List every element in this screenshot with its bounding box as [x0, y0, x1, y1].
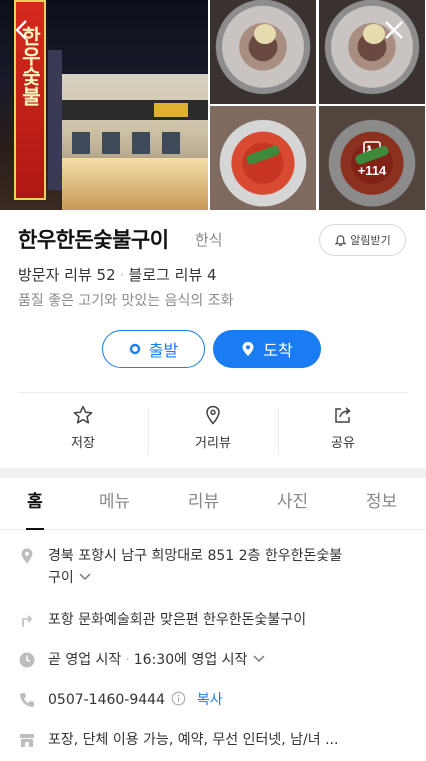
place-name: 한우한돈숯불구이 [18, 228, 169, 252]
street-view-button[interactable]: 거리뷰 [148, 404, 278, 458]
depart-label: 출발 [148, 341, 179, 360]
image-icon [363, 140, 381, 157]
phone-row: 0507-1460-9444 복사 [18, 689, 408, 711]
alarm-label: 알림받기 [350, 235, 391, 247]
divider [18, 392, 408, 393]
directions-row: 포항 문화예술회관 맞은편 한우한돈숯불구이 [18, 609, 408, 631]
side-sign [48, 50, 62, 190]
close-button[interactable] [380, 16, 408, 44]
address-text: 경북 포항시 남구 희망대로 851 2층 한우한돈숯불 [48, 548, 343, 564]
place-header: 한우한돈숯불구이 한식 알림받기 [18, 222, 414, 258]
arrive-button[interactable]: 도착 [213, 330, 321, 368]
store-icon [20, 734, 34, 747]
address-row[interactable]: 경북 포항시 남구 희망대로 851 2층 한우한돈숯불 구이 [18, 545, 408, 589]
building-image [62, 74, 209, 210]
clock-icon [19, 652, 35, 668]
alarm-button[interactable]: 알림받기 [319, 224, 406, 256]
bell-icon [334, 234, 347, 246]
photo-gallery[interactable]: 한우숯불 +114 [0, 0, 426, 210]
share-icon [335, 407, 351, 423]
action-row: 저장 거리뷰 공유 [18, 404, 408, 458]
address-text-cont: 구이 [48, 570, 74, 586]
phone-icon [20, 693, 34, 707]
more-photos-tile[interactable]: +114 [319, 106, 426, 210]
save-label: 저장 [71, 436, 95, 451]
food-photo-3[interactable] [210, 106, 317, 210]
amenities-text: 포장, 단체 이용 가능, 예약, 무선 인터넷, 남/녀 ... [48, 732, 339, 748]
location-pin-icon [206, 405, 220, 425]
share-button[interactable]: 공유 [278, 404, 408, 458]
directions-text: 포항 문화예술회관 맞은편 한우한돈숯불구이 [48, 612, 307, 628]
arrive-label: 도착 [263, 341, 293, 360]
more-photos-count: +114 [357, 162, 387, 178]
food-photo-2[interactable] [319, 0, 426, 104]
street-view-label: 거리뷰 [195, 436, 231, 451]
phone-number[interactable]: 0507-1460-9444 [48, 692, 165, 708]
back-button[interactable] [8, 16, 36, 44]
close-icon [385, 21, 403, 39]
visitor-reviews-link[interactable]: 방문자 리뷰 52 [18, 266, 116, 284]
copy-phone-button[interactable]: 복사 [197, 692, 223, 708]
tab-photos[interactable]: 사진 [248, 478, 337, 529]
hours-status: 곧 영업 시작 [48, 652, 122, 668]
chevron-down-icon[interactable] [78, 572, 92, 582]
tab-menu[interactable]: 메뉴 [70, 478, 159, 529]
place-description: 품질 좋은 고기와 맛있는 음식의 조화 [18, 293, 234, 309]
tab-reviews[interactable]: 리뷰 [159, 478, 248, 529]
tab-home[interactable]: 홈 [0, 478, 70, 530]
depart-button[interactable]: 출발 [102, 330, 205, 368]
place-category: 한식 [195, 231, 223, 249]
origin-dot-icon [129, 343, 140, 355]
hours-detail: 16:30에 영업 시작 [133, 652, 248, 668]
review-summary: 방문자 리뷰 52 · 블로그 리뷰 4 [18, 266, 217, 284]
blog-reviews-link[interactable]: 블로그 리뷰 4 [128, 266, 216, 284]
map-pin-icon [21, 548, 33, 564]
turn-arrow-icon [22, 615, 33, 627]
share-label: 공유 [331, 436, 355, 451]
chevron-left-icon [15, 20, 27, 40]
chevron-down-icon[interactable] [252, 654, 266, 664]
save-button[interactable]: 저장 [18, 404, 148, 458]
section-gap [0, 468, 426, 478]
tab-info[interactable]: 정보 [337, 478, 426, 529]
tab-bar: 홈 메뉴 리뷰 사진 정보 [0, 478, 426, 530]
hours-row[interactable]: 곧 영업 시작 · 16:30에 영업 시작 [18, 649, 408, 671]
star-icon [73, 405, 93, 424]
info-icon[interactable] [171, 691, 186, 706]
amenities-row[interactable]: 포장, 단체 이용 가능, 예약, 무선 인터넷, 남/녀 ... [18, 729, 408, 751]
destination-pin-icon [242, 342, 254, 356]
food-photo-1[interactable] [210, 0, 317, 104]
